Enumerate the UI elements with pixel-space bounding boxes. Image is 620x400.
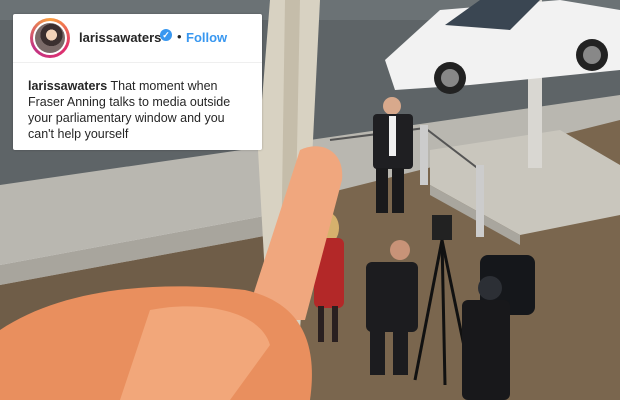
follow-button[interactable]: Follow: [186, 30, 227, 45]
avatar-frame: [33, 21, 67, 55]
caption-username[interactable]: larissawaters: [28, 79, 107, 93]
avatar-photo: [35, 23, 65, 53]
divider: [13, 62, 262, 63]
verified-badge-icon: ✓: [160, 29, 172, 41]
username[interactable]: larissawaters: [79, 30, 161, 45]
instagram-post-card: larissawaters ✓ • Follow larissawaters T…: [13, 14, 262, 150]
avatar[interactable]: [30, 18, 70, 58]
separator-dot: •: [177, 29, 182, 44]
post-header: larissawaters ✓ • Follow: [13, 14, 262, 62]
post-caption: larissawaters That moment when Fraser An…: [28, 78, 253, 142]
